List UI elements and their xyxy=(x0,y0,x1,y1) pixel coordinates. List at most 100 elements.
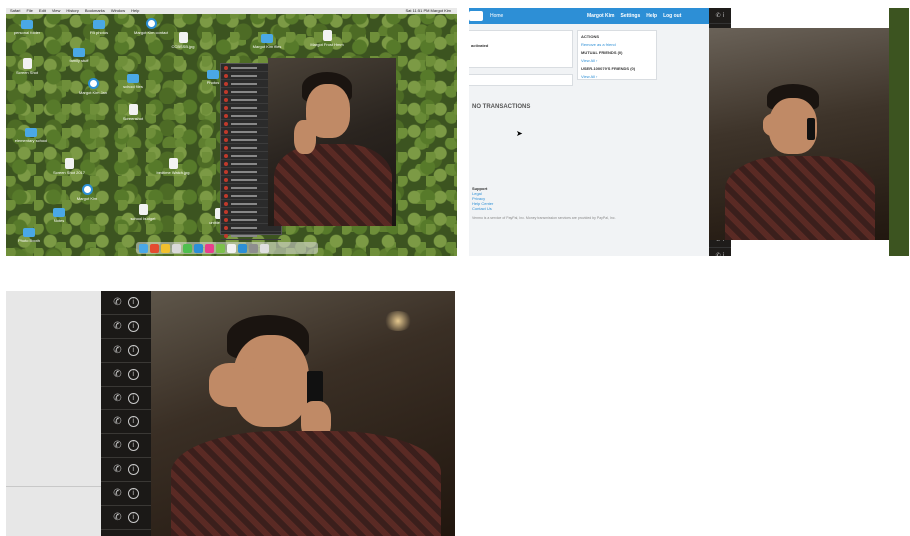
info-icon[interactable]: i xyxy=(127,511,139,523)
phone-icon[interactable]: ✆ xyxy=(716,252,721,256)
nav-settings-link[interactable]: Settings xyxy=(621,8,641,24)
avatar xyxy=(224,81,228,86)
desktop-icon-label: Photo Booth xyxy=(17,238,41,243)
dock-app-icon[interactable] xyxy=(150,243,159,253)
menubar-item[interactable]: Help xyxy=(131,8,139,14)
info-icon[interactable]: i xyxy=(723,12,725,19)
menubar-item[interactable]: File xyxy=(26,8,32,14)
info-icon[interactable]: i xyxy=(723,252,725,256)
phone-icon[interactable]: ✆ xyxy=(113,488,121,499)
contact-call-row[interactable]: ✆i xyxy=(101,315,151,339)
desktop-icon[interactable]: school files xyxy=(116,74,150,89)
desktop-icon[interactable]: Notes xyxy=(42,208,76,223)
avatar xyxy=(224,129,228,134)
info-icon[interactable]: i xyxy=(127,392,139,404)
facetime-video-window xyxy=(151,291,455,536)
dock-app-icon[interactable] xyxy=(227,243,236,253)
desktop-icon-label: Notes xyxy=(53,218,65,223)
contact-call-row[interactable]: ✆i xyxy=(101,339,151,363)
info-icon[interactable]: i xyxy=(127,344,139,356)
contact-call-row[interactable]: ✆i xyxy=(101,363,151,387)
dock-app-icon[interactable] xyxy=(139,243,148,253)
info-icon[interactable]: i xyxy=(127,320,139,332)
phone-icon[interactable]: ✆ xyxy=(113,369,121,380)
desktop-icon[interactable]: Screenshot xyxy=(116,104,150,121)
support-section: Support Legal Privacy Help Center Contac… xyxy=(472,186,493,211)
desktop-icon[interactable]: Screen Shot xyxy=(10,58,44,75)
menubar-item[interactable]: Edit xyxy=(39,8,46,14)
info-icon[interactable]: i xyxy=(127,296,139,308)
info-icon[interactable]: i xyxy=(127,440,139,452)
desktop-icon[interactable]: Margot Kim xyxy=(70,184,104,201)
contact-call-row[interactable]: ✆i xyxy=(101,506,151,530)
remove-friend-link[interactable]: Remove as a friend xyxy=(581,42,653,47)
nav-help-link[interactable]: Help xyxy=(646,8,657,24)
contact-call-row[interactable]: ✆i xyxy=(101,482,151,507)
user-friends-view-all-link[interactable]: View All › xyxy=(581,74,653,79)
profile-input-bar[interactable] xyxy=(469,74,573,86)
dock-app-icon[interactable] xyxy=(205,243,214,253)
contact-call-row[interactable]: ✆i xyxy=(709,8,731,24)
dock-app-icon[interactable] xyxy=(238,243,247,253)
dock-app-icon[interactable] xyxy=(194,243,203,253)
phone-icon[interactable]: ✆ xyxy=(113,297,121,308)
phone-icon[interactable]: ✆ xyxy=(113,393,121,404)
desktop-icon[interactable]: Margot Frost Hmm xyxy=(310,30,344,47)
contact-call-row[interactable]: ✆i xyxy=(101,434,151,459)
desktop-icon[interactable]: family stuff xyxy=(62,48,96,63)
desktop-icon[interactable]: FB photos xyxy=(82,20,116,35)
menubar-item[interactable]: History xyxy=(66,8,78,14)
phone-icon[interactable]: ✆ xyxy=(113,464,121,475)
desktop-icon[interactable]: CCBSSB.jpg xyxy=(166,32,200,49)
contact-call-row[interactable]: ✆i xyxy=(101,530,151,536)
desktop-icon[interactable]: bedtime Watch.jpg xyxy=(156,158,190,175)
desktop-icon[interactable]: Margot Kim Jan xyxy=(76,78,110,95)
dock-app-icon[interactable] xyxy=(260,243,269,253)
dock-app-icon[interactable] xyxy=(249,243,258,253)
desktop-icon[interactable]: school budget xyxy=(126,204,160,221)
contact-call-row[interactable]: ✆i xyxy=(709,248,731,256)
mutual-view-all-link[interactable]: View All › xyxy=(581,58,653,63)
desktop-icon[interactable]: personal folder xyxy=(10,20,44,35)
desktop-icon[interactable]: Photo Booth xyxy=(12,228,46,243)
search-input[interactable] xyxy=(469,11,483,21)
phone-icon[interactable]: ✆ xyxy=(113,512,121,523)
desktop-icon[interactable]: Screen Shot 2017 xyxy=(52,158,86,175)
dock-app-icon[interactable] xyxy=(172,243,181,253)
contact-call-row[interactable]: ✆i xyxy=(101,387,151,411)
support-link-contact[interactable]: Contact Us xyxy=(472,206,493,211)
phone-icon[interactable]: ✆ xyxy=(113,321,121,332)
mac-dock[interactable] xyxy=(136,242,318,254)
avatar xyxy=(224,121,228,126)
info-icon[interactable]: i xyxy=(127,488,139,500)
phone-icon[interactable]: ✆ xyxy=(716,12,721,19)
dock-app-icon[interactable] xyxy=(216,243,225,253)
desktop-icon[interactable]: Margot Kim contact xyxy=(134,18,168,35)
menubar-item[interactable]: View xyxy=(52,8,61,14)
dock-app-icon[interactable] xyxy=(161,243,170,253)
info-icon[interactable]: i xyxy=(127,464,139,476)
contact-call-row[interactable]: ✆i xyxy=(101,410,151,435)
contact-call-row[interactable]: ✆i xyxy=(101,291,151,315)
contact-call-row[interactable]: ✆i xyxy=(101,458,151,483)
phone-icon[interactable]: ✆ xyxy=(113,440,121,451)
phone-icon[interactable]: ✆ xyxy=(113,416,121,427)
avatar xyxy=(224,209,228,214)
info-icon[interactable]: i xyxy=(127,416,139,428)
contacts-call-list[interactable]: ✆i✆i✆i✆i✆i✆i✆i✆i✆i✆i✆i xyxy=(101,291,151,536)
phone-icon[interactable]: ✆ xyxy=(113,345,121,356)
person-silhouette xyxy=(151,291,455,536)
nav-home-link[interactable]: Home xyxy=(490,8,503,24)
contact-row[interactable] xyxy=(221,232,281,240)
folder-icon xyxy=(207,70,219,79)
menubar-item[interactable]: Window xyxy=(111,8,125,14)
desktop-icon[interactable]: elementary school xyxy=(14,128,48,143)
desktop-icon[interactable]: Margot Kim files xyxy=(250,34,284,49)
actions-card: ACTIONS Remove as a friend MUTUAL FRIEND… xyxy=(577,30,657,80)
nav-logout-link[interactable]: Log out xyxy=(663,8,681,24)
menubar-item[interactable]: Bookmarks xyxy=(85,8,105,14)
info-icon[interactable]: i xyxy=(127,368,139,380)
menubar-item[interactable]: Safari xyxy=(10,8,20,14)
dock-app-icon[interactable] xyxy=(183,243,192,253)
nav-user-link[interactable]: Margot Kim xyxy=(587,8,615,24)
